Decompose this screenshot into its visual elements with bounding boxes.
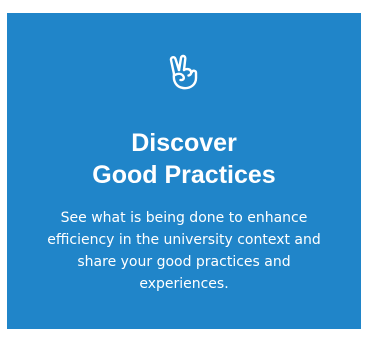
card-description: See what is being done to enhance effici… (47, 210, 321, 292)
card-title: Discover Good Practices (7, 127, 361, 191)
card-title-line1: Discover (131, 129, 237, 157)
good-practices-card[interactable]: Discover Good Practices See what is bein… (7, 13, 361, 329)
card-title-line2: Good Practices (92, 161, 276, 189)
hand-peace-icon (7, 53, 361, 93)
